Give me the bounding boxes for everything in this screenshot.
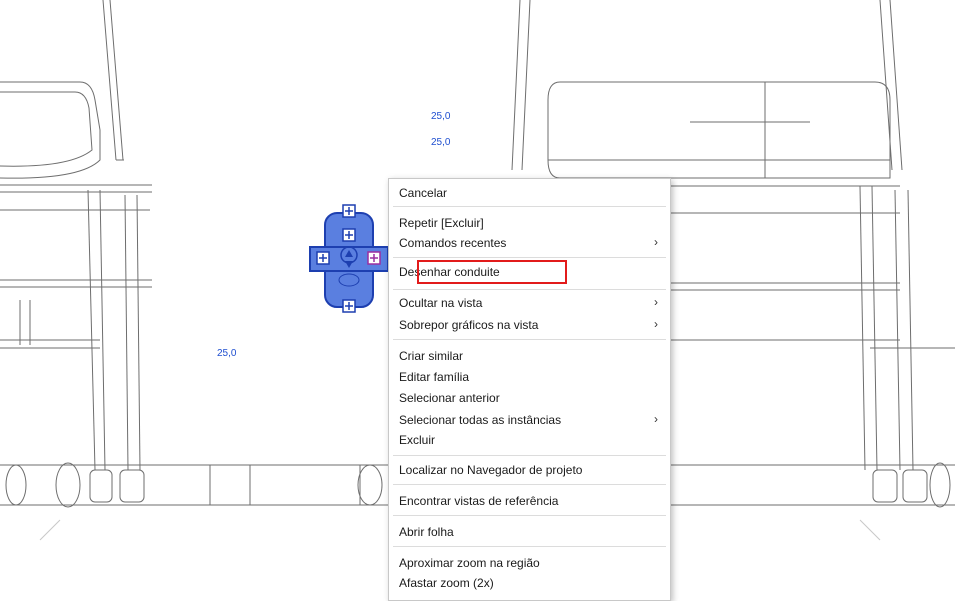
dimension-label: 25,0 [431, 137, 451, 148]
menu-separator [393, 484, 666, 485]
menu-item-cancelar[interactable]: Cancelar [389, 182, 670, 204]
menu-separator [393, 546, 666, 547]
menu-item-excluir[interactable]: Excluir [389, 429, 670, 451]
menu-item-label: Ocultar na vista [399, 296, 483, 310]
menu-item-label: Editar família [399, 370, 470, 384]
menu-item-repetir[interactable]: Repetir [Excluir] [389, 212, 670, 234]
menu-item-label: Afastar zoom (2x) [399, 576, 494, 590]
menu-item-label: Aproximar zoom na região [399, 556, 540, 570]
menu-item-encontrar-vistas[interactable]: Encontrar vistas de referência [389, 490, 670, 512]
menu-item-sobrepor-graficos[interactable]: Sobrepor gráficos na vista › [389, 314, 670, 336]
menu-item-label: Abrir folha [399, 525, 454, 539]
menu-separator [393, 289, 666, 290]
menu-separator [393, 206, 666, 207]
menu-item-selecionar-anterior[interactable]: Selecionar anterior [389, 387, 670, 409]
chevron-right-icon: › [654, 412, 658, 426]
dimension-label: 25,0 [431, 111, 451, 122]
menu-item-afastar-zoom[interactable]: Afastar zoom (2x) [389, 572, 670, 594]
menu-item-label: Selecionar todas as instâncias [399, 413, 562, 427]
menu-item-selecionar-todas-instancias[interactable]: Selecionar todas as instâncias › [389, 409, 670, 431]
highlight-box [417, 260, 567, 284]
menu-item-label: Encontrar vistas de referência [399, 494, 559, 508]
context-menu: Cancelar Repetir [Excluir] Comandos rece… [388, 178, 671, 601]
menu-separator [393, 257, 666, 258]
menu-item-aproximar-zoom[interactable]: Aproximar zoom na região [389, 552, 670, 574]
chevron-right-icon: › [654, 235, 658, 249]
menu-separator [393, 339, 666, 340]
menu-item-comandos-recentes[interactable]: Comandos recentes › [389, 232, 670, 254]
menu-item-label: Localizar no Navegador de projeto [399, 463, 583, 477]
menu-item-label: Sobrepor gráficos na vista [399, 318, 539, 332]
menu-separator [393, 515, 666, 516]
menu-item-localizar-navegador[interactable]: Localizar no Navegador de projeto [389, 459, 670, 481]
menu-item-label: Comandos recentes [399, 236, 507, 250]
menu-item-editar-familia[interactable]: Editar família [389, 366, 670, 388]
menu-item-label: Excluir [399, 433, 436, 447]
menu-item-label: Cancelar [399, 186, 448, 200]
menu-item-label: Selecionar anterior [399, 391, 500, 405]
menu-item-ocultar-na-vista[interactable]: Ocultar na vista › [389, 292, 670, 314]
menu-item-criar-similar[interactable]: Criar similar [389, 345, 670, 367]
chevron-right-icon: › [654, 317, 658, 331]
left-chair-drawing [0, 0, 152, 508]
chevron-right-icon: › [654, 295, 658, 309]
menu-item-label: Repetir [Excluir] [399, 216, 484, 230]
menu-separator [393, 455, 666, 456]
dimension-label: 25,0 [217, 348, 237, 359]
menu-item-label: Criar similar [399, 349, 463, 363]
menu-item-abrir-folha[interactable]: Abrir folha [389, 521, 670, 543]
